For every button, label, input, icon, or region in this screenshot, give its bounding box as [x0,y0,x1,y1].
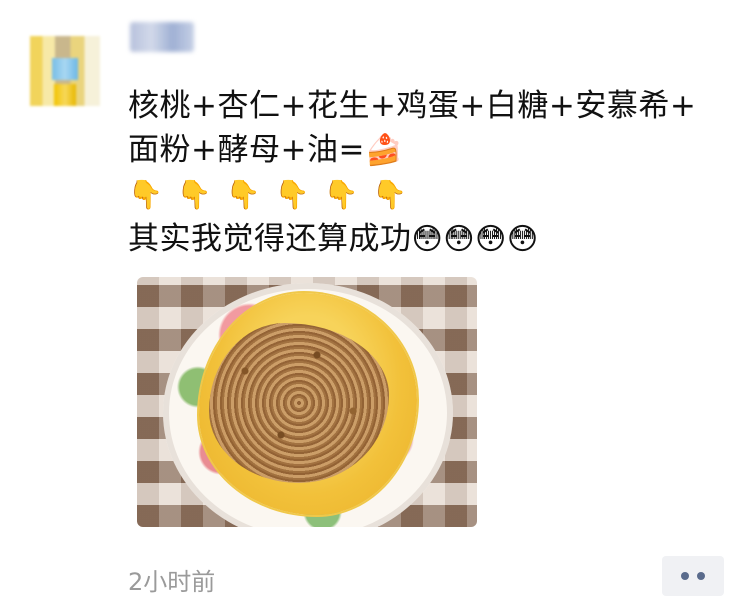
cake-emoji-icon: 🍰 [364,133,403,168]
flushed-face-emoji-icon: 😳😳😳😳 [411,222,539,257]
avatar-detail [54,84,76,106]
username-blurred[interactable] [130,22,194,52]
post-text-segment: 面粉+酵母+油= [128,132,365,168]
post-text-line: 面粉+酵母+油=🍰 [128,128,728,173]
post-text-line: 核桃+杏仁+花生+鸡蛋+白糖+安慕希+ [128,88,697,124]
post-photo[interactable] [137,277,477,527]
avatar[interactable] [30,36,100,106]
avatar-detail [52,58,78,80]
post-text-line: 其实我觉得还算成功😳😳😳😳 [128,217,728,262]
pointing-down-emoji-icon: 👇👇👇👇👇👇 [128,178,422,211]
post-content: 核桃+杏仁+花生+鸡蛋+白糖+安慕希+ 面粉+酵母+油=🍰 👇👇👇👇👇👇 其实我… [128,84,728,262]
more-dots-icon [697,572,705,580]
timestamp: 2小时前 [128,568,216,596]
post-text-segment: 其实我觉得还算成功 [128,221,412,257]
more-button[interactable] [662,556,724,596]
more-dots-icon [681,572,689,580]
